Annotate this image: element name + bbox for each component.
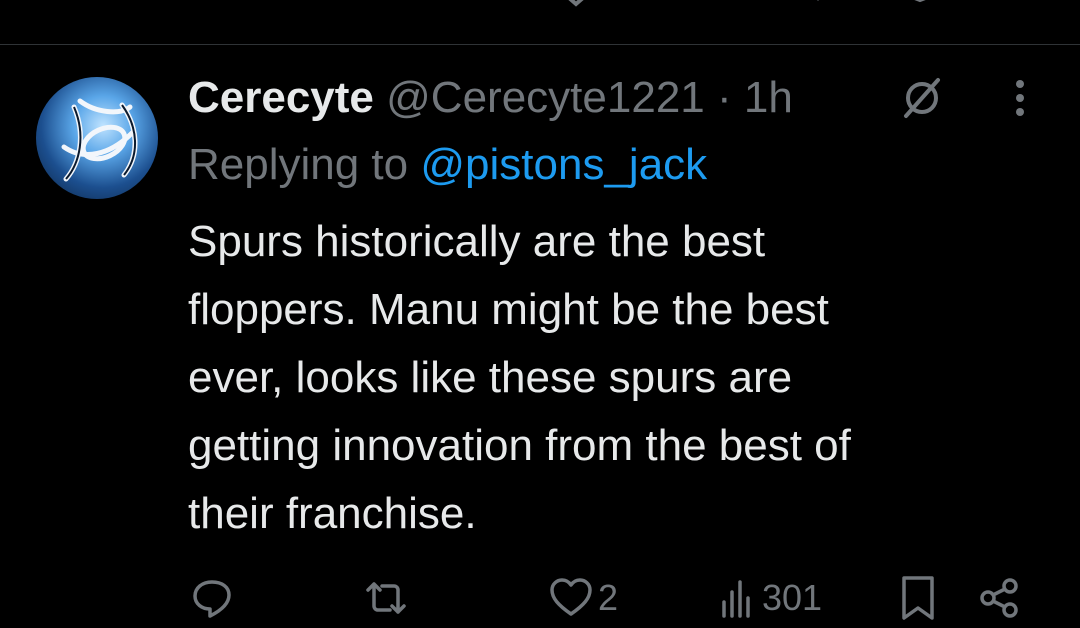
separator-dot: ·	[717, 73, 732, 122]
share-icon	[980, 578, 1018, 618]
reply-button[interactable]	[190, 570, 234, 626]
replying-to-label: Replying to	[188, 140, 409, 189]
tweet-actions: 2 301	[0, 570, 1080, 626]
repost-button[interactable]	[362, 570, 410, 626]
views-button[interactable]: 301	[718, 570, 822, 626]
repost-icon	[366, 582, 406, 614]
more-icon[interactable]	[1000, 76, 1040, 120]
grok-icon[interactable]	[900, 76, 944, 120]
reply-icon[interactable]	[196, 0, 256, 14]
heart-icon	[550, 578, 592, 616]
repost-icon[interactable]	[370, 0, 420, 14]
reply-icon	[193, 580, 231, 618]
mention-link[interactable]: @pistons_jack	[420, 140, 707, 189]
post-divider	[0, 44, 1080, 45]
bookmark-icon[interactable]	[900, 0, 940, 14]
like-icon[interactable]	[556, 0, 646, 14]
display-name[interactable]: Cerecyte	[188, 73, 374, 122]
share-icon[interactable]	[1000, 0, 1040, 14]
views-count: 301	[762, 577, 823, 618]
like-count: 2	[598, 577, 619, 618]
timestamp[interactable]: 1h	[744, 73, 793, 122]
previous-post-actions	[0, 0, 1080, 14]
views-icon	[722, 580, 750, 618]
replying-to: Replying to @pistons_jack	[188, 137, 707, 193]
bookmark-button[interactable]	[898, 570, 938, 626]
tweet-header: Cerecyte @Cerecyte1221 · 1h	[188, 70, 793, 126]
avatar[interactable]	[36, 77, 158, 199]
like-button[interactable]: 2	[548, 570, 618, 626]
share-button[interactable]	[978, 570, 1022, 626]
tweet-text: Spurs historically are the best floppers…	[188, 217, 851, 538]
bookmark-icon	[902, 576, 934, 620]
user-handle[interactable]: @Cerecyte1221	[386, 73, 705, 122]
views-icon[interactable]	[722, 0, 842, 14]
